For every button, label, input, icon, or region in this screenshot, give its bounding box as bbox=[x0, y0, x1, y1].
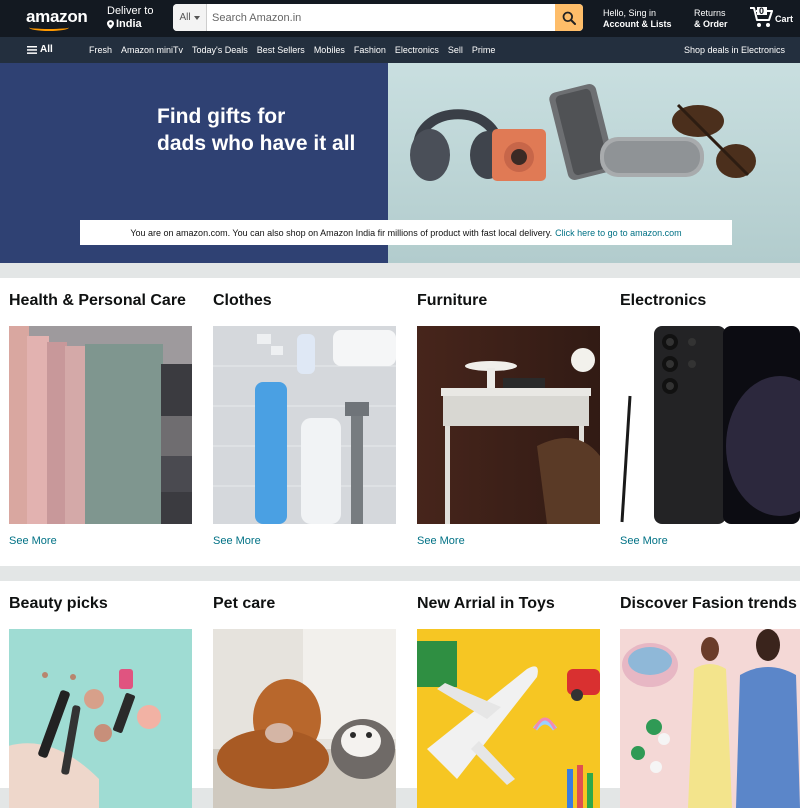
search-input[interactable] bbox=[207, 4, 555, 31]
category-card-fashion-trends[interactable]: Discover Fasion trends bbox=[620, 595, 800, 808]
category-card-furniture[interactable]: Furniture See More bbox=[417, 292, 607, 547]
search-icon bbox=[562, 11, 576, 25]
category-card-toys[interactable]: New Arrial in Toys bbox=[417, 595, 607, 808]
cart-button[interactable]: 0 Cart bbox=[749, 6, 793, 28]
orders-label: & Order bbox=[694, 19, 728, 29]
search-button[interactable] bbox=[555, 4, 583, 31]
card-title: Health & Personal Care bbox=[9, 292, 186, 309]
account-lists[interactable]: Hello, Sing in Account & Lists bbox=[603, 8, 672, 30]
cart-label: Cart bbox=[775, 14, 794, 24]
see-more-link[interactable]: See More bbox=[417, 535, 607, 547]
top-nav: amazon Deliver to India All Hello, Sing … bbox=[0, 0, 800, 37]
beauty-image[interactable] bbox=[9, 629, 192, 808]
card-title: Furniture bbox=[417, 292, 488, 309]
returns-orders[interactable]: Returns & Order bbox=[694, 8, 728, 30]
notice-text: You are on amazon.com. You can also shop… bbox=[130, 227, 553, 238]
category-row-2: Beauty picks Pet care New Arrial in Toys… bbox=[0, 581, 800, 808]
subnav-item-prime[interactable]: Prime bbox=[472, 45, 496, 55]
hero-title: Find gifts for dads who have it all bbox=[157, 105, 356, 155]
see-more-link[interactable]: See More bbox=[213, 535, 403, 547]
electronics-image[interactable] bbox=[620, 326, 800, 524]
hero-banner[interactable]: Find gifts for dads who have it all You … bbox=[0, 63, 800, 263]
hamburger-menu-icon bbox=[27, 45, 37, 54]
subnav-item-best-sellers[interactable]: Best Sellers bbox=[257, 45, 305, 55]
toys-image[interactable] bbox=[417, 629, 600, 808]
furniture-image[interactable] bbox=[417, 326, 600, 524]
card-title: Pet care bbox=[213, 595, 276, 612]
subnav-item-electronics[interactable]: Electronics bbox=[395, 45, 439, 55]
see-more-link[interactable]: See More bbox=[620, 535, 800, 547]
account-greeting: Hello, Sing in bbox=[603, 8, 657, 18]
go-to-amazon-link[interactable]: Click here to go to amazon.com bbox=[555, 228, 682, 238]
see-more-link[interactable]: See More bbox=[9, 535, 199, 547]
chevron-down-icon bbox=[193, 15, 200, 20]
subnav-items: Fresh Amazon miniTv Today's Deals Best S… bbox=[89, 45, 504, 55]
fashion-trends-image[interactable] bbox=[620, 629, 800, 808]
location-notice: You are on amazon.com. You can also shop… bbox=[80, 220, 732, 245]
all-menu-label: All bbox=[40, 44, 53, 55]
pet-care-image[interactable] bbox=[213, 629, 396, 808]
category-card-pet-care[interactable]: Pet care bbox=[213, 595, 403, 808]
clothes-image[interactable] bbox=[213, 326, 396, 524]
subnav-item-fresh[interactable]: Fresh bbox=[89, 45, 112, 55]
category-row-1: Health & Personal Care See More Clothes bbox=[0, 278, 800, 566]
deliver-label: Deliver to bbox=[107, 5, 154, 17]
card-title: New Arrial in Toys bbox=[417, 595, 555, 612]
deliver-country: India bbox=[116, 18, 142, 30]
subnav-item-fashion[interactable]: Fashion bbox=[354, 45, 386, 55]
search-category-label: All bbox=[179, 12, 191, 23]
category-card-electronics[interactable]: Electronics See More bbox=[620, 292, 800, 547]
subnav-item-sell[interactable]: Sell bbox=[448, 45, 463, 55]
search-category-select[interactable]: All bbox=[173, 4, 207, 31]
card-title: Clothes bbox=[213, 292, 272, 309]
category-card-beauty[interactable]: Beauty picks bbox=[9, 595, 199, 808]
subnav-item-mobiles[interactable]: Mobiles bbox=[314, 45, 345, 55]
card-title: Electronics bbox=[620, 292, 707, 309]
subnav-item-todays-deals[interactable]: Today's Deals bbox=[192, 45, 248, 55]
health-care-image[interactable] bbox=[9, 326, 192, 524]
shop-deals-link[interactable]: Shop deals in Electronics bbox=[684, 45, 785, 55]
all-menu-button[interactable]: All bbox=[27, 44, 53, 55]
deliver-to[interactable]: Deliver to India bbox=[107, 5, 153, 31]
logo-smile-icon bbox=[29, 24, 69, 31]
subnav-item-minitv[interactable]: Amazon miniTv bbox=[121, 45, 183, 55]
card-title: Beauty picks bbox=[9, 595, 108, 612]
category-card-clothes[interactable]: Clothes See More bbox=[213, 292, 403, 547]
location-pin-icon bbox=[107, 20, 114, 29]
cart-count: 0 bbox=[759, 6, 765, 16]
account-label: Account & Lists bbox=[603, 19, 672, 29]
category-card-health[interactable]: Health & Personal Care See More bbox=[9, 292, 199, 547]
sub-nav: All Fresh Amazon miniTv Today's Deals Be… bbox=[0, 37, 800, 63]
search-bar: All bbox=[173, 4, 583, 31]
card-title: Discover Fasion trends bbox=[620, 595, 797, 612]
returns-label: Returns bbox=[694, 8, 726, 18]
